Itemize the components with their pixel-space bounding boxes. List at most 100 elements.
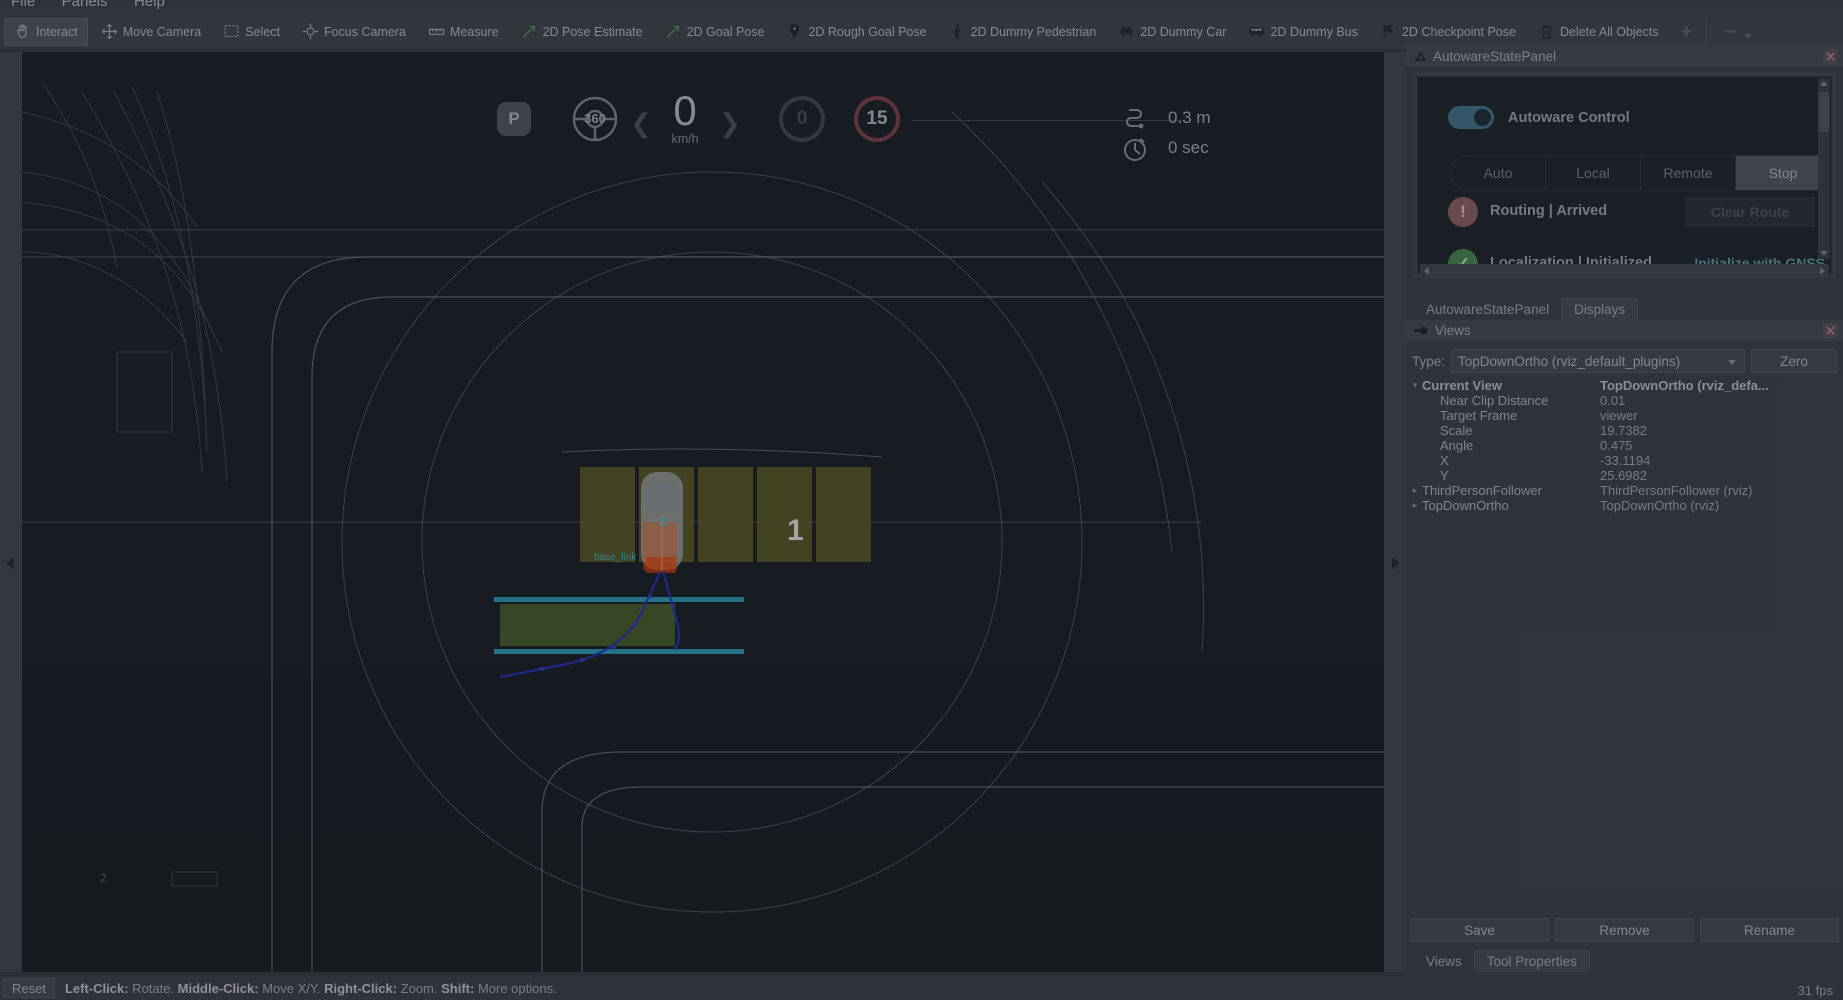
autoware-state-panel-header: AutowareStatePanel: [1406, 46, 1843, 68]
property-row-current-view[interactable]: ▾ Current View TopDownOrtho (rviz_defa..…: [1408, 378, 1841, 393]
autoware-control-toggle[interactable]: [1448, 106, 1494, 129]
expander-expanded-icon[interactable]: ▾: [1408, 380, 1422, 391]
pedestrian-icon: [949, 23, 966, 40]
add-tool-button[interactable]: [1672, 18, 1701, 46]
left-dock-collapse-strip[interactable]: [0, 52, 22, 972]
chevron-left-icon[interactable]: [6, 557, 14, 569]
scroll-left-icon[interactable]: [1424, 267, 1429, 275]
property-row-top-down-ortho[interactable]: ▸ TopDownOrtho TopDownOrtho (rviz): [1408, 498, 1841, 513]
property-value[interactable]: 0.01: [1600, 393, 1841, 408]
tool-interact[interactable]: Interact: [4, 17, 88, 46]
right-dock-collapse-strip[interactable]: [1384, 52, 1406, 972]
svg-text:2: 2: [100, 872, 107, 885]
operation-mode-local[interactable]: Local: [1545, 155, 1640, 191]
tool-2d-pose-estimate[interactable]: 2D Pose Estimate: [512, 18, 652, 46]
tool-measure[interactable]: Measure: [419, 18, 508, 46]
view-type-value: TopDownOrtho (rviz_default_plugins): [1458, 353, 1681, 369]
expander-collapsed-icon[interactable]: ▸: [1408, 500, 1422, 511]
remove-tool-button[interactable]: [1716, 18, 1758, 46]
property-value[interactable]: 0.475: [1600, 438, 1841, 453]
view-type-combobox[interactable]: TopDownOrtho (rviz_default_plugins): [1451, 349, 1745, 373]
close-icon[interactable]: [1823, 49, 1838, 64]
tool-label: 2D Rough Goal Pose: [808, 24, 927, 39]
save-view-button[interactable]: Save: [1410, 918, 1549, 942]
select-rect-icon: [223, 23, 240, 40]
tab-views[interactable]: Views: [1414, 950, 1474, 972]
parking-slots: [580, 467, 871, 562]
tool-2d-goal-pose[interactable]: 2D Goal Pose: [656, 18, 774, 46]
tool-move-camera[interactable]: Move Camera: [92, 18, 211, 46]
tool-2d-dummy-car[interactable]: 2D Dummy Car: [1109, 18, 1235, 46]
autoware-control-label: Autoware Control: [1508, 110, 1630, 126]
menu-item-panels[interactable]: Panels: [51, 0, 119, 9]
scroll-down-icon[interactable]: [1820, 251, 1828, 256]
tool-2d-dummy-bus[interactable]: 2D Dummy Bus: [1239, 18, 1367, 46]
remove-view-button[interactable]: Remove: [1555, 918, 1694, 942]
view-properties-tree[interactable]: ▾ Current View TopDownOrtho (rviz_defa..…: [1408, 378, 1841, 938]
tab-tool-properties[interactable]: Tool Properties: [1473, 950, 1590, 972]
property-row-x[interactable]: X -33.1194: [1408, 453, 1841, 468]
clear-route-button[interactable]: Clear Route: [1685, 197, 1815, 227]
chevron-down-icon: [1728, 360, 1736, 365]
hint-shift-desc: More options.: [474, 980, 557, 996]
menu-item-file[interactable]: File: [0, 0, 46, 9]
hint-shift: Shift:: [441, 980, 475, 996]
property-row-near-clip-distance[interactable]: Near Clip Distance 0.01: [1408, 393, 1841, 408]
tool-select[interactable]: Select: [214, 18, 289, 46]
operation-mode-auto[interactable]: Auto: [1450, 155, 1545, 191]
tab-autoware-state-panel[interactable]: AutowareStatePanel: [1414, 298, 1561, 320]
property-row-target-frame[interactable]: Target Frame viewer: [1408, 408, 1841, 423]
reset-button[interactable]: Reset: [3, 978, 55, 998]
autoware-panel-vertical-scrollbar[interactable]: [1818, 78, 1830, 259]
property-value[interactable]: 25.6982: [1600, 468, 1841, 483]
property-value: ThirdPersonFollower (rviz): [1600, 483, 1753, 498]
operation-mode-stop[interactable]: Stop: [1735, 155, 1830, 191]
render-view-3d[interactable]: 2 1 base_link P 360 ❮ 0 km/h ❯ 0 15 0.3 …: [22, 52, 1384, 972]
tool-2d-dummy-pedestrian[interactable]: 2D Dummy Pedestrian: [940, 18, 1106, 46]
property-value[interactable]: 19.7382: [1600, 423, 1841, 438]
close-icon[interactable]: [1823, 323, 1838, 338]
hint-middle-click: Middle-Click:: [177, 980, 259, 996]
property-name: Y: [1440, 468, 1449, 483]
scroll-up-icon[interactable]: [1820, 81, 1828, 86]
zero-button[interactable]: Zero: [1751, 349, 1837, 373]
rename-view-button[interactable]: Rename: [1700, 918, 1839, 942]
plus-icon: [1678, 23, 1695, 40]
scroll-right-icon[interactable]: [1820, 267, 1825, 275]
property-value[interactable]: viewer: [1600, 408, 1841, 423]
scrollbar-thumb[interactable]: [1819, 92, 1829, 132]
flag-icon: [1380, 23, 1397, 40]
trash-icon: [1538, 23, 1555, 40]
routing-status-label: Routing | Arrived: [1490, 203, 1608, 219]
tool-label: Interact: [36, 24, 78, 39]
tool-2d-checkpoint-pose[interactable]: 2D Checkpoint Pose: [1371, 18, 1525, 46]
expander-collapsed-icon[interactable]: ▸: [1408, 485, 1422, 496]
property-value[interactable]: -33.1194: [1600, 453, 1841, 468]
toggle-knob: [1474, 109, 1491, 126]
chevron-down-icon[interactable]: [1743, 34, 1752, 39]
tf-frame-label: base_link: [594, 552, 637, 563]
autoware-panel-horizontal-scrollbar[interactable]: [1420, 264, 1829, 278]
property-row-scale[interactable]: Scale 19.7382: [1408, 423, 1841, 438]
dock-tabbar-top: AutowareStatePanel Displays: [1406, 294, 1843, 320]
tool-delete-all-objects[interactable]: Delete All Objects: [1529, 18, 1668, 46]
tool-label: 2D Dummy Pedestrian: [970, 24, 1097, 39]
tool-focus-camera[interactable]: Focus Camera: [293, 18, 415, 46]
property-row-y[interactable]: Y 25.6982: [1408, 468, 1841, 483]
chevron-right-icon[interactable]: [1392, 557, 1400, 569]
autoware-state-panel-body: Autoware Control Auto Local Remote Stop …: [1413, 72, 1836, 278]
property-row-third-person-follower[interactable]: ▸ ThirdPersonFollower ThirdPersonFollowe…: [1408, 483, 1841, 498]
scene-graphics: 2: [22, 52, 1384, 972]
pose-arrow-icon: [665, 23, 682, 40]
property-row-angle[interactable]: Angle 0.475: [1408, 438, 1841, 453]
focus-camera-icon: [302, 23, 319, 40]
views-panel-title: Views: [1435, 323, 1471, 338]
operation-mode-remote[interactable]: Remote: [1640, 155, 1735, 191]
hint-middle-click-desc: Move X/Y.: [258, 980, 325, 996]
tool-2d-rough-goal-pose[interactable]: 2D Rough Goal Pose: [777, 18, 935, 46]
menu-item-help[interactable]: Help: [123, 0, 176, 9]
tool-label: 2D Dummy Bus: [1270, 24, 1358, 39]
tab-displays[interactable]: Displays: [1561, 298, 1639, 320]
property-name: Current View: [1422, 378, 1502, 393]
mouse-hint-text: Left-Click: Rotate. Middle-Click: Move X…: [65, 981, 557, 996]
